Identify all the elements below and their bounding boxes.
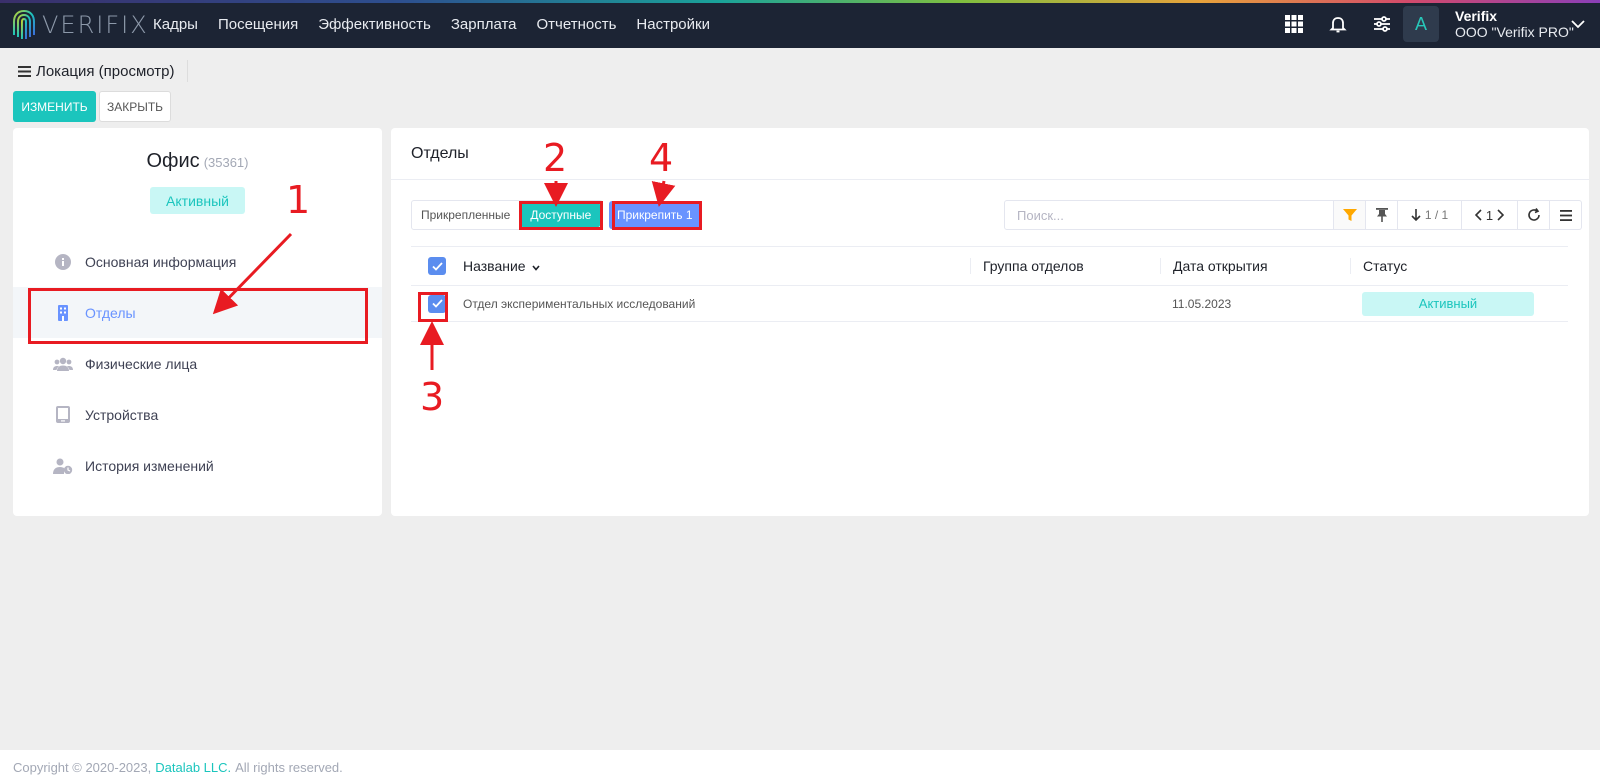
column-header-group[interactable]: Группа отделов: [970, 258, 1160, 274]
column-header-status[interactable]: Статус: [1350, 258, 1550, 274]
tab-attached[interactable]: Прикрепленные: [412, 201, 519, 229]
sidebar-item-devices[interactable]: Устройства: [13, 389, 382, 440]
tab-available[interactable]: Доступные: [521, 203, 601, 227]
sidebar-menu: Основная информация Отделы Физические ли…: [13, 236, 382, 491]
page-navigator: 1: [1462, 200, 1518, 230]
nav-item-settings[interactable]: Настройки: [636, 16, 710, 33]
column-label: Название: [463, 258, 526, 274]
notifications-button[interactable]: [1316, 0, 1360, 48]
apps-grid-button[interactable]: [1272, 0, 1316, 48]
annotation-number-2: 2: [543, 136, 568, 180]
chevron-left-icon[interactable]: [1474, 209, 1482, 221]
table-row[interactable]: Отдел экспериментальных исследований 11.…: [411, 286, 1568, 322]
edit-button[interactable]: ИЗМЕНИТЬ: [13, 91, 96, 122]
departments-filter-tabs: Прикрепленные Доступные: [411, 200, 604, 230]
filter-icon: [1342, 209, 1357, 221]
logo[interactable]: VERIFIX: [12, 8, 149, 42]
footer-copyright: Copyright © 2020-2023,: [13, 759, 152, 775]
nav-item-performance[interactable]: Эффективность: [318, 16, 431, 33]
avatar[interactable]: A: [1403, 6, 1439, 42]
chevron-right-icon[interactable]: [1497, 209, 1505, 221]
column-header-name[interactable]: Название: [463, 258, 970, 274]
sort-pager[interactable]: 1 / 1: [1398, 200, 1462, 230]
nav-item-reports[interactable]: Отчетность: [537, 16, 617, 33]
nav-item-salary[interactable]: Зарплата: [451, 16, 517, 33]
location-card: Офис (35361) Активный Основная информация…: [13, 128, 382, 516]
status-badge: Активный: [1362, 291, 1534, 316]
annotation-number-1: 1: [286, 178, 311, 222]
sidebar-item-label: Основная информация: [85, 253, 237, 270]
location-name: Офис (35361): [13, 150, 382, 173]
users-icon: [53, 354, 73, 374]
cell-name: Отдел экспериментальных исследований: [463, 296, 696, 311]
arrow-down-icon: [1411, 209, 1421, 221]
pager-count: 1 / 1: [1424, 208, 1449, 222]
main-nav: Кадры Посещения Эффективность Зарплата О…: [143, 0, 720, 48]
nav-item-attendance[interactable]: Посещения: [218, 16, 298, 33]
sidebar-item-persons[interactable]: Физические лица: [13, 338, 382, 389]
departments-title: Отделы: [391, 128, 1589, 180]
departments-table: Название Группа отделов Дата открытия Ст…: [411, 246, 1568, 322]
annotation-number-4: 4: [649, 136, 674, 180]
sidebar-item-label: Устройства: [85, 406, 159, 423]
sliders-icon: [1374, 16, 1390, 32]
filters-button[interactable]: [1360, 0, 1404, 48]
location-status-badge: Активный: [150, 187, 245, 214]
user-menu[interactable]: Verifix ООО "Verifix PRO": [1455, 8, 1574, 40]
logo-text: VERIFIX: [42, 11, 149, 39]
cell-status: Активный: [1350, 291, 1550, 316]
check-icon: [431, 299, 443, 308]
sidebar-item-label: Физические лица: [85, 355, 198, 372]
top-navbar: VERIFIX Кадры Посещения Эффективность За…: [0, 0, 1600, 48]
chevron-down-icon[interactable]: [1571, 20, 1585, 29]
location-code: (35361): [203, 155, 249, 170]
table-header: Название Группа отделов Дата открытия Ст…: [411, 246, 1568, 286]
bell-icon: [1329, 17, 1347, 33]
sidebar-item-label: Отделы: [85, 304, 136, 321]
footer: Copyright © 2020-2023, Datalab LLC. All …: [0, 750, 1600, 784]
check-icon: [431, 261, 443, 271]
building-icon: [53, 303, 73, 323]
search-input[interactable]: [1004, 200, 1334, 230]
attach-button[interactable]: Прикрепить 1: [609, 201, 701, 229]
select-all-checkbox[interactable]: [411, 257, 463, 275]
sidebar-item-departments[interactable]: Отделы: [13, 287, 382, 338]
sidebar-item-label: История изменений: [85, 457, 214, 474]
close-button[interactable]: ЗАКРЫТЬ: [99, 91, 171, 122]
user-history-icon: [53, 456, 73, 476]
hamburger-icon[interactable]: [18, 65, 31, 77]
column-header-date[interactable]: Дата открытия: [1160, 258, 1350, 274]
refresh-icon: [1527, 208, 1540, 221]
menu-icon: [1559, 209, 1572, 221]
cell-date: 11.05.2023: [1172, 296, 1232, 311]
location-name-text: Офис: [146, 150, 200, 172]
fingerprint-logo-icon: [13, 10, 35, 39]
grid-toolbar: 1 / 1 1: [1334, 200, 1582, 230]
chevron-down-icon: [532, 265, 541, 271]
grid-menu-button[interactable]: [1550, 200, 1582, 230]
info-icon: [53, 252, 73, 272]
refresh-button[interactable]: [1518, 200, 1550, 230]
page-number: 1: [1485, 207, 1494, 223]
departments-card: Отделы Прикрепленные Доступные Прикрепит…: [391, 128, 1589, 516]
pin-icon: [1375, 208, 1388, 222]
footer-rights: All rights reserved.: [235, 759, 343, 775]
sidebar-item-history[interactable]: История изменений: [13, 440, 382, 491]
footer-company-link[interactable]: Datalab LLC.: [155, 760, 231, 775]
page-title-text: Локация (просмотр): [36, 62, 175, 80]
organization-name: ООО "Verifix PRO": [1455, 24, 1574, 40]
tablet-icon: [53, 405, 73, 425]
pin-button[interactable]: [1366, 200, 1398, 230]
nav-item-personnel[interactable]: Кадры: [153, 16, 198, 33]
grid-icon: [1285, 15, 1303, 33]
annotation-number-3: 3: [420, 375, 445, 419]
sidebar-item-main-info[interactable]: Основная информация: [13, 236, 382, 287]
filter-button[interactable]: [1334, 200, 1366, 230]
row-checkbox[interactable]: [411, 294, 463, 313]
user-name: Verifix: [1455, 8, 1498, 24]
page-title: Локация (просмотр): [18, 60, 188, 82]
